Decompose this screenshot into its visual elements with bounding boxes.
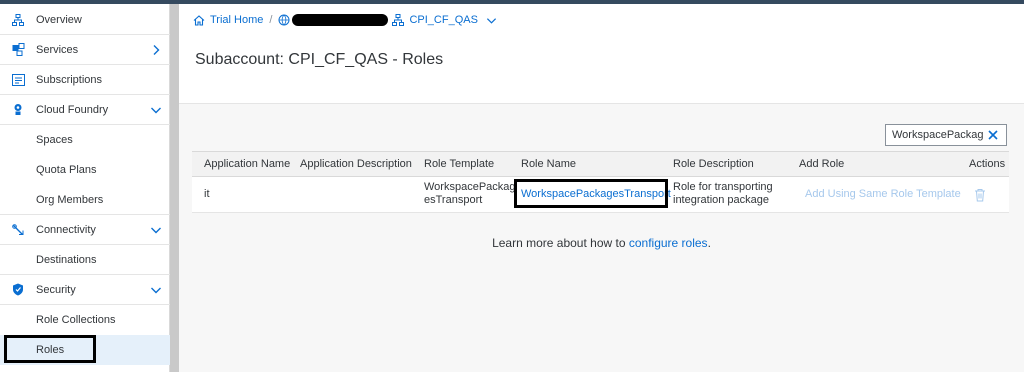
subscriptions-icon	[11, 73, 25, 87]
home-icon	[193, 14, 205, 26]
role-description-line: Role for transporting	[673, 181, 773, 193]
table-header: Application Name Application Description…	[192, 151, 1009, 177]
cell-role-description: Role for transporting integration packag…	[673, 181, 773, 207]
add-using-same-role-template-link[interactable]: Add Using Same Role Template	[805, 188, 961, 201]
breadcrumb-separator: /	[269, 14, 273, 26]
learn-more-suffix: .	[707, 236, 711, 250]
sidebar-item-label: Subscriptions	[36, 73, 103, 86]
breadcrumb-subaccount-link[interactable]: CPI_CF_QAS	[409, 14, 477, 26]
sidebar-item-services[interactable]: Services	[0, 35, 170, 65]
sidebar-item-quota-plans[interactable]: Quota Plans	[0, 155, 170, 185]
role-template-line: WorkspacePackag	[424, 181, 516, 193]
shield-icon	[11, 283, 25, 297]
sidebar-item-label: Security	[36, 283, 76, 296]
breadcrumb-home-link[interactable]: Trial Home	[210, 14, 263, 26]
sidebar-item-label: Org Members	[36, 193, 104, 206]
sidebar: Overview Services Subscriptions Cloud Fo…	[0, 4, 170, 372]
sidebar-item-subscriptions[interactable]: Subscriptions	[0, 65, 170, 95]
sidebar-item-spaces[interactable]: Spaces	[0, 125, 170, 155]
sidebar-item-label: Cloud Foundry	[36, 103, 109, 116]
sidebar-item-label: Spaces	[36, 134, 73, 146]
sidebar-item-role-collections[interactable]: Role Collections	[0, 305, 170, 335]
highlight-box	[4, 335, 96, 363]
sidebar-item-label: Role Collections	[36, 314, 116, 326]
column-header: Role Description	[673, 158, 754, 170]
chevron-down-icon	[151, 107, 161, 114]
globe-icon[interactable]	[278, 14, 290, 26]
column-header: Application Description	[300, 158, 412, 170]
column-header: Role Template	[424, 158, 495, 170]
page-title: Subaccount: CPI_CF_QAS - Roles	[195, 51, 444, 68]
role-filter-input[interactable]	[885, 124, 1007, 146]
sidebar-scrollbar[interactable]	[170, 4, 179, 372]
column-header: Add Role	[799, 158, 845, 170]
cloud-foundry-icon	[11, 103, 25, 117]
trash-icon[interactable]	[974, 188, 986, 202]
sidebar-item-connectivity[interactable]: Connectivity	[0, 215, 170, 245]
connectivity-icon	[11, 223, 25, 237]
sidebar-item-overview[interactable]: Overview	[0, 5, 170, 35]
breadcrumb: Trial Home / CPI_CF_QAS	[193, 12, 497, 28]
sidebar-item-label: Destinations	[36, 253, 97, 266]
chevron-down-icon	[151, 227, 161, 234]
cell-application-name: it	[204, 188, 210, 200]
role-template-line: esTransport	[424, 194, 483, 206]
sidebar-item-label: Quota Plans	[36, 164, 97, 176]
sidebar-item-cloud-foundry[interactable]: Cloud Foundry	[0, 95, 170, 125]
learn-more-prefix: Learn more about how to	[492, 236, 629, 250]
role-description-line: integration package	[673, 194, 770, 206]
sidebar-item-security[interactable]: Security	[0, 275, 170, 305]
sidebar-item-label: Services	[36, 43, 79, 56]
chevron-down-icon	[151, 287, 161, 294]
chevron-down-icon[interactable]	[486, 15, 497, 26]
clear-icon[interactable]	[986, 128, 1000, 142]
filter-text-field[interactable]	[892, 129, 988, 141]
table-row: it WorkspacePackag esTransport Workspace…	[192, 177, 1009, 213]
sidebar-item-label: Connectivity	[36, 223, 96, 236]
redacted-region	[292, 14, 389, 26]
services-icon	[11, 43, 25, 57]
org-icon	[11, 13, 25, 27]
column-header: Role Name	[521, 158, 577, 170]
cell-role-template: WorkspacePackag esTransport	[424, 181, 516, 207]
column-header: Actions	[969, 158, 1006, 170]
configure-roles-link[interactable]: configure roles	[629, 236, 708, 250]
chevron-right-icon	[153, 45, 160, 55]
org-icon	[392, 14, 405, 26]
highlight-box	[514, 179, 668, 208]
sidebar-item-org-members[interactable]: Org Members	[0, 185, 170, 215]
column-header: Application Name	[204, 158, 291, 170]
page-header: Trial Home / CPI_CF_QAS Subaccount: CPI_…	[179, 4, 1024, 104]
sidebar-item-label: Overview	[36, 13, 82, 26]
learn-more-text: Learn more about how to configure roles.	[179, 236, 1024, 250]
roles-table: Application Name Application Description…	[192, 151, 1009, 213]
sidebar-item-destinations[interactable]: Destinations	[0, 245, 170, 275]
